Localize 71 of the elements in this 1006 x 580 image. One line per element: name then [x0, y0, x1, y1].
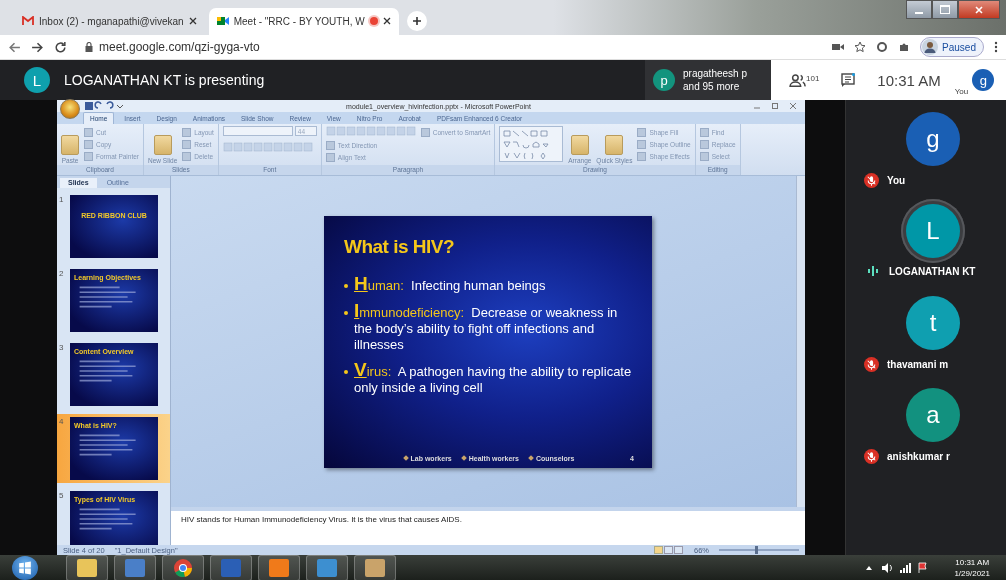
close-icon	[975, 5, 983, 14]
participant-name: LOGANATHAN KT	[889, 265, 976, 277]
taskbar-app-button[interactable]	[306, 554, 348, 580]
circle-icon[interactable]	[876, 41, 889, 54]
close-icon[interactable]	[382, 17, 391, 26]
browser-tab[interactable]: Meet - "RRC - BY YOUTH, W	[208, 7, 399, 35]
start-button[interactable]	[12, 555, 38, 580]
participant-name: You	[887, 175, 906, 186]
quick-access-toolbar-icon[interactable]	[84, 101, 124, 111]
avatar: a	[906, 388, 960, 442]
bullet-text: Human: Infecting human beings	[354, 275, 546, 294]
minimize-button[interactable]	[906, 0, 932, 19]
mail-icon	[22, 16, 34, 27]
browser-logo-icon	[173, 557, 193, 578]
participant-name: anishkumar r	[887, 451, 950, 462]
more-participants-text: and 95 more	[683, 80, 741, 94]
slide-number: 4	[59, 417, 65, 428]
close-icon[interactable]	[188, 17, 197, 26]
profile-button[interactable]: Paused	[920, 37, 984, 58]
bullet-text: Virus: A pathogen having the ability to replicate only inside a living cell	[354, 361, 633, 396]
avatar: t	[906, 296, 960, 350]
slide-number: 3	[59, 343, 65, 354]
windows-logo-icon	[18, 560, 32, 575]
back-icon[interactable]	[8, 40, 21, 54]
taskbar-app-button[interactable]	[162, 554, 204, 580]
browser-tab[interactable]: Inbox (2) - mganapathi@vivekan	[14, 7, 205, 35]
bullet-text: Immunodeficiency: Decrease or weakness in the body’s ability to fight off infections and illnesses	[354, 302, 619, 353]
scrollbar[interactable]	[796, 176, 805, 507]
plus-icon	[411, 15, 422, 26]
tab-title: Meet - "RRC - BY YOUTH, W	[233, 15, 365, 27]
forward-icon[interactable]	[31, 40, 44, 54]
slide-title: What is HIV?	[344, 235, 456, 258]
taskbar-app-button[interactable]	[210, 554, 252, 580]
taskbar-app-button[interactable]	[114, 554, 156, 580]
clock-date: 1/29/2021	[954, 567, 990, 579]
maximize-icon[interactable]	[771, 102, 779, 110]
participant-name: thavamani m	[887, 359, 949, 370]
lock-icon	[85, 42, 93, 53]
menu-icon[interactable]	[994, 41, 998, 54]
avatar: L	[24, 67, 50, 94]
bullet-icon	[344, 283, 348, 288]
taskbar-app-button[interactable]	[258, 554, 300, 580]
avatar: p	[653, 69, 676, 92]
clock-time: 10:31 AM	[955, 556, 990, 568]
address-field[interactable]: meet.google.com/qzi-gyga-vto	[99, 40, 260, 55]
you-label: You	[954, 87, 969, 96]
video-camera-icon	[216, 16, 229, 27]
tab-title: Inbox (2) - mganapathi@vivekan	[39, 15, 184, 27]
chat-icon[interactable]	[841, 73, 856, 88]
slide-number: 1	[59, 195, 65, 206]
slide-number: 5	[59, 491, 65, 502]
slide-number: 2	[59, 269, 65, 280]
close-button[interactable]	[958, 0, 1000, 19]
avatar: g	[906, 112, 960, 166]
participant-name: pragatheesh p	[683, 67, 747, 81]
bullet-icon	[344, 310, 348, 315]
people-button[interactable]: 101	[789, 73, 820, 87]
maximize-button[interactable]	[932, 0, 958, 19]
clock-time: 10:31 AM	[877, 71, 941, 89]
reload-icon[interactable]	[54, 40, 67, 54]
slider-thumb[interactable]	[755, 546, 758, 554]
bullet-icon	[344, 369, 348, 374]
taskbar-app-button[interactable]	[354, 554, 396, 580]
font-name-field[interactable]	[222, 126, 293, 136]
taskbar-app-button[interactable]	[66, 554, 108, 580]
presenting-text: LOGANATHAN KT is presenting	[64, 72, 265, 89]
star-icon[interactable]	[854, 41, 867, 54]
avatar: g	[972, 69, 995, 92]
notes-field[interactable]: HIV stands for Human Immunodeficiency Virus. It is the virus that causes AIDS.	[171, 507, 805, 545]
new-tab-button[interactable]	[406, 10, 427, 31]
avatar-icon	[922, 39, 939, 56]
